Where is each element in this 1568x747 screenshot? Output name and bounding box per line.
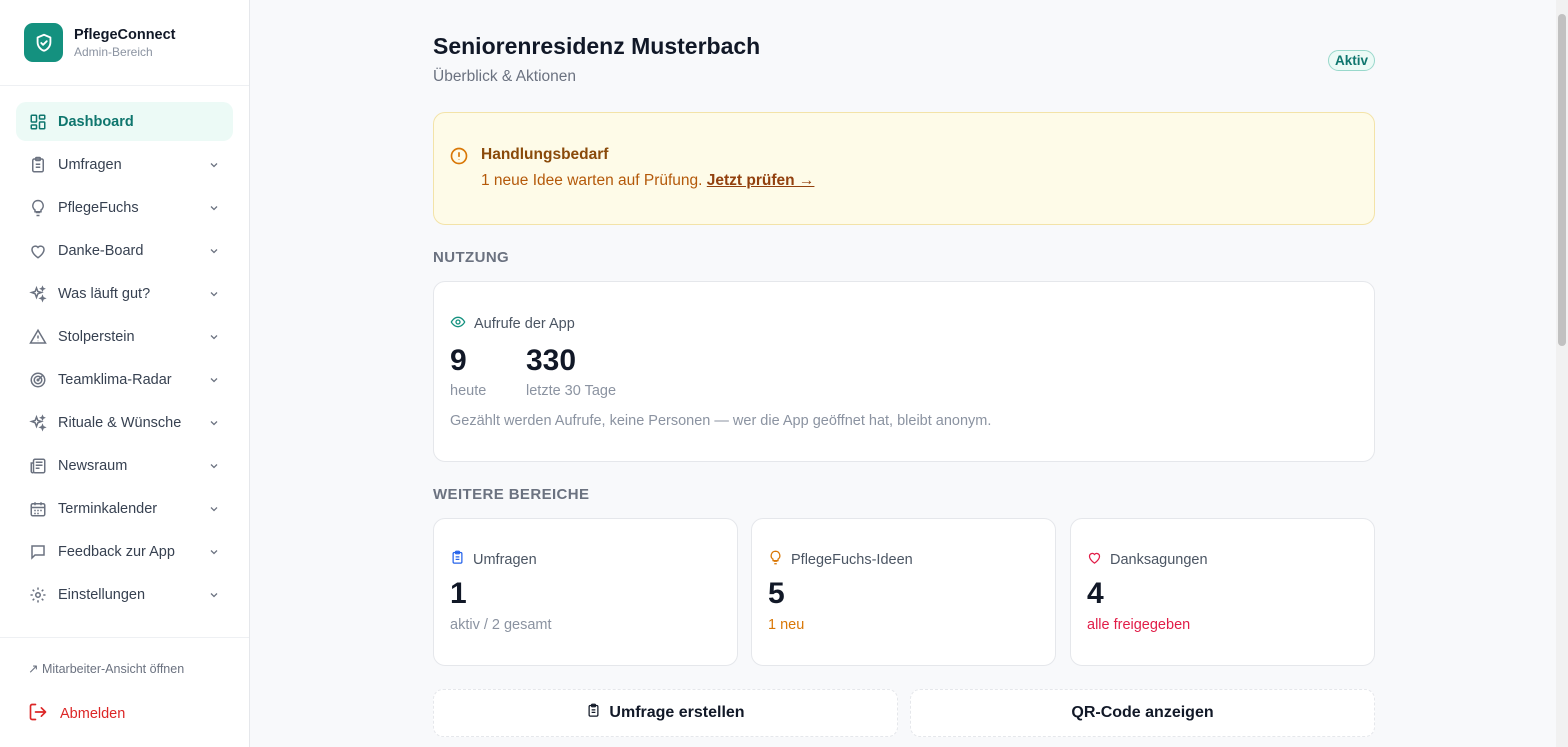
sidebar-item-label: Rituale & Wünsche <box>58 414 182 431</box>
show-qr-button[interactable]: QR-Code anzeigen <box>910 689 1375 737</box>
area-subtext: 1 neu <box>768 617 805 633</box>
sidebar-item-pflegefuchs[interactable]: PflegeFuchs <box>16 188 233 227</box>
create-survey-label: Umfrage erstellen <box>609 704 745 721</box>
sparkles-icon <box>28 284 48 304</box>
ideas-card[interactable]: PflegeFuchs-Ideen 5 1 neu <box>751 518 1056 666</box>
sidebar-item-was-laeuft-gut[interactable]: Was läuft gut? <box>16 274 233 313</box>
review-now-link[interactable]: Jetzt prüfen → <box>707 172 815 189</box>
usage-heading: NUTZUNG <box>433 249 510 266</box>
sidebar: PflegeConnect Admin-Bereich Dashboard Um… <box>0 0 250 747</box>
alert-message: 1 neue Idee warten auf Prüfung. Jetzt pr… <box>481 172 814 190</box>
area-value: 5 <box>768 577 785 610</box>
area-label: Umfragen <box>473 551 537 568</box>
chevron-down-icon <box>207 373 221 387</box>
chevron-down-icon <box>207 287 221 301</box>
brand-title: PflegeConnect <box>74 26 176 43</box>
views-30-days-caption: letzte 30 Tage <box>526 383 617 399</box>
sidebar-item-label: Was läuft gut? <box>58 285 151 302</box>
area-label: PflegeFuchs-Ideen <box>791 551 913 568</box>
usage-card: Aufrufe der App 9 heute 330 letzte 30 Ta… <box>433 281 1375 462</box>
sidebar-item-dashboard[interactable]: Dashboard <box>16 102 233 141</box>
eye-icon <box>450 314 466 334</box>
action-alert: Handlungsbedarf 1 neue Idee warten auf P… <box>433 112 1375 225</box>
scrollbar-thumb[interactable] <box>1558 14 1566 346</box>
page-subtitle: Überblick & Aktionen <box>433 68 577 85</box>
sidebar-item-umfragen[interactable]: Umfragen <box>16 145 233 184</box>
sidebar-item-label: Teamklima-Radar <box>58 371 172 388</box>
views-today-caption: heute <box>450 383 487 399</box>
calendar-icon <box>28 499 48 519</box>
page-title: Seniorenresidenz Musterbach <box>433 33 761 59</box>
usage-label: Aufrufe der App <box>474 316 575 332</box>
lightbulb-icon <box>768 550 783 569</box>
logout-button[interactable]: Abmelden <box>28 702 125 726</box>
clipboard-icon <box>28 155 48 175</box>
newspaper-icon <box>28 456 48 476</box>
sidebar-item-stolperstein[interactable]: Stolperstein <box>16 317 233 356</box>
sidebar-item-danke-board[interactable]: Danke-Board <box>16 231 233 270</box>
sparkles-icon <box>28 413 48 433</box>
clipboard-icon <box>586 703 601 723</box>
status-badge: Aktiv <box>1327 50 1375 71</box>
surveys-card[interactable]: Umfragen 1 aktiv / 2 gesamt <box>433 518 738 666</box>
brand-subtitle: Admin-Bereich <box>74 44 153 59</box>
sidebar-item-einstellungen[interactable]: Einstellungen <box>16 575 233 614</box>
sidebar-item-newsraum[interactable]: Newsraum <box>16 446 233 485</box>
sidebar-footer: ↗ Mitarbeiter-Ansicht öffnen Abmelden <box>0 637 249 747</box>
alert-title: Handlungsbedarf <box>481 146 609 163</box>
sidebar-nav: Dashboard Umfragen PflegeFuchs Danke-Boa… <box>0 86 249 614</box>
sidebar-item-label: Stolperstein <box>58 328 135 345</box>
page-scrollbar[interactable] <box>1556 0 1568 747</box>
chevron-down-icon <box>207 588 221 602</box>
chevron-down-icon <box>207 201 221 215</box>
show-qr-label: QR-Code anzeigen <box>1071 704 1214 721</box>
sidebar-item-label: PflegeFuchs <box>58 199 139 216</box>
sidebar-item-teamklima-radar[interactable]: Teamklima-Radar <box>16 360 233 399</box>
staff-view-link[interactable]: ↗ Mitarbeiter-Ansicht öffnen <box>28 661 184 676</box>
chevron-down-icon <box>207 459 221 473</box>
logout-icon <box>28 702 48 726</box>
chevron-down-icon <box>207 158 221 172</box>
lightbulb-icon <box>28 198 48 218</box>
alert-circle-icon <box>449 146 469 171</box>
dashboard-icon <box>28 112 48 132</box>
sidebar-item-label: Danke-Board <box>58 242 144 259</box>
brand: PflegeConnect Admin-Bereich <box>0 0 249 86</box>
alert-text: 1 neue Idee warten auf Prüfung. <box>481 172 703 189</box>
chevron-down-icon <box>207 502 221 516</box>
sidebar-item-rituale-wuensche[interactable]: Rituale & Wünsche <box>16 403 233 442</box>
area-value: 1 <box>450 577 467 610</box>
chevron-down-icon <box>207 416 221 430</box>
views-today-value: 9 <box>450 344 467 377</box>
thanks-card[interactable]: Danksagungen 4 alle freigegeben <box>1070 518 1375 666</box>
gear-icon <box>28 585 48 605</box>
heart-icon <box>28 241 48 261</box>
chevron-down-icon <box>207 330 221 344</box>
chat-icon <box>28 542 48 562</box>
chevron-down-icon <box>207 244 221 258</box>
logout-label: Abmelden <box>60 706 126 722</box>
create-survey-button[interactable]: Umfrage erstellen <box>433 689 898 737</box>
views-30-days-value: 330 <box>526 344 577 377</box>
shield-icon <box>24 23 63 62</box>
sidebar-item-label: Umfragen <box>58 156 122 173</box>
area-subtext: aktiv / 2 gesamt <box>450 617 552 633</box>
sidebar-item-label: Newsraum <box>58 457 128 474</box>
sidebar-item-terminkalender[interactable]: Terminkalender <box>16 489 233 528</box>
usage-note: Gezählt werden Aufrufe, keine Personen —… <box>450 413 992 429</box>
areas-heading: WEITERE BEREICHE <box>433 486 590 503</box>
area-subtext: alle freigegeben <box>1087 617 1191 633</box>
heart-icon <box>1087 550 1102 569</box>
radar-icon <box>28 370 48 390</box>
clipboard-icon <box>450 550 465 569</box>
chevron-down-icon <box>207 545 221 559</box>
sidebar-item-label: Terminkalender <box>58 500 158 517</box>
sidebar-item-label: Einstellungen <box>58 586 146 603</box>
warning-icon <box>28 327 48 347</box>
sidebar-item-label: Dashboard <box>58 113 134 130</box>
area-value: 4 <box>1087 577 1104 610</box>
sidebar-item-label: Feedback zur App <box>58 543 175 560</box>
area-label: Danksagungen <box>1110 551 1208 568</box>
sidebar-item-feedback[interactable]: Feedback zur App <box>16 532 233 571</box>
